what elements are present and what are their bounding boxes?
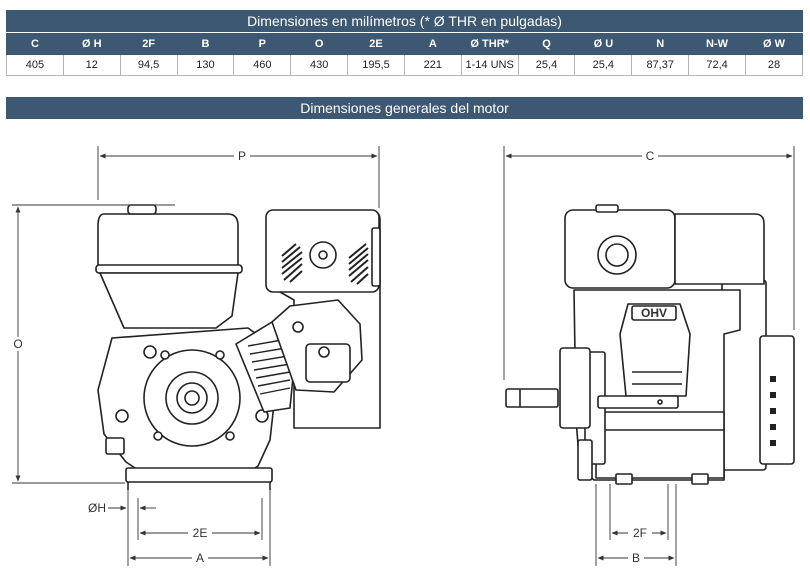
engine-front-view bbox=[95, 204, 381, 490]
engine-drawings: P O ØH 2E A OHV C 2F B bbox=[11, 146, 795, 566]
label-2f: 2F bbox=[633, 526, 647, 540]
label-oh: ØH bbox=[88, 501, 106, 515]
label-a: A bbox=[196, 551, 204, 565]
engine-side-view: OHV bbox=[505, 204, 795, 485]
label-2e: 2E bbox=[193, 526, 208, 540]
label-ohv: OHV bbox=[641, 306, 667, 320]
label-o: O bbox=[13, 337, 22, 351]
label-p: P bbox=[238, 149, 246, 163]
label-c: C bbox=[646, 149, 655, 163]
label-b: B bbox=[632, 551, 640, 565]
